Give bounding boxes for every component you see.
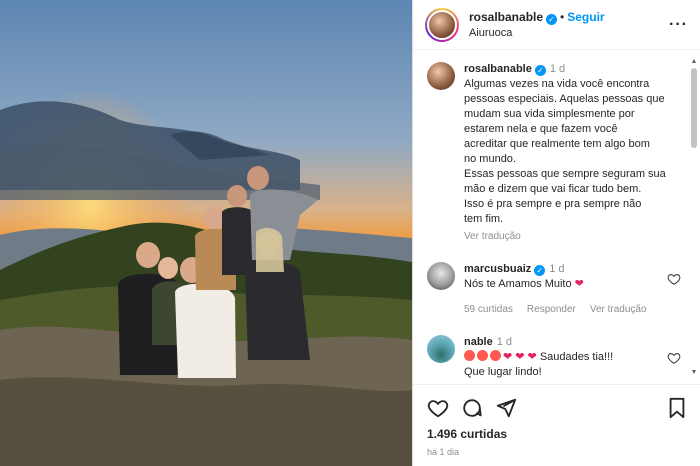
comment-author[interactable]: nable	[464, 336, 493, 348]
comment-body: nable 1 d ❤ ❤ ❤ Saudades tia!!! Que lugar…	[464, 335, 679, 378]
post-side-panel: rosalbanable ✓ • Seguir Aiuruoca ··· rosalb…	[412, 0, 700, 466]
caption-body: rosalbanable ✓ 1 d Algumas vezes na vida v…	[464, 62, 679, 244]
red-heart-emoji-icon: ❤ ❤ ❤	[503, 351, 540, 363]
caption-author[interactable]: rosalbanable	[464, 63, 532, 75]
caption-line: Isso é pra sempre e pra sempre não	[464, 198, 642, 210]
comment-like-heart-icon[interactable]	[667, 351, 681, 365]
red-heart-emoji-icon: ❤	[574, 278, 584, 290]
verified-badge-icon: ✓	[534, 65, 546, 76]
comment-like-heart-icon[interactable]	[667, 272, 681, 286]
caption: rosalbanable ✓ 1 d Algumas vezes na vida v…	[413, 58, 687, 244]
heart-icon[interactable]	[427, 397, 449, 419]
verified-badge-icon: ✓	[546, 13, 558, 25]
comment-translate-link[interactable]: Ver tradução	[590, 302, 647, 317]
scrollbar-thumb[interactable]	[691, 68, 697, 148]
post-photo[interactable]	[0, 0, 412, 466]
caption-author-avatar[interactable]	[427, 62, 455, 90]
caption-line: acreditar que realmente tem algo bom	[464, 138, 650, 150]
comment-item: marcusbuaiz ✓ 1 d Nós te Amamos Muito ❤ 59…	[413, 258, 687, 317]
caption-line: mudam sua vida simplesmente por	[464, 108, 635, 120]
author-avatar[interactable]	[427, 9, 457, 40]
comment-likes-count[interactable]: 59 curtidas	[464, 302, 513, 317]
heart-eyes-emoji-icon	[490, 350, 501, 361]
sunset-group-photo	[0, 0, 412, 466]
post-actions: 1.496 curtidas há 1 dia	[413, 384, 700, 457]
scroll-up-arrow-icon[interactable]: ▲	[690, 58, 698, 65]
comment-author[interactable]: marcusbuaiz	[464, 263, 531, 275]
action-icons-row	[427, 393, 687, 423]
comment-text-content: Nós te Amamos Muito	[464, 278, 572, 290]
share-icon[interactable]	[495, 397, 517, 419]
comment-icon[interactable]	[461, 397, 483, 419]
post-location[interactable]: Aiuruoca	[469, 25, 669, 41]
separator-dot: •	[560, 9, 565, 24]
comment-author-avatar[interactable]	[427, 335, 455, 363]
caption-text: Algumas vezes na vida você encontra pess…	[464, 77, 679, 227]
comment-text-content: Saudades tia!!!	[539, 351, 614, 363]
comment-text: ❤ ❤ ❤ Saudades tia!!!	[464, 350, 679, 365]
comment-author-avatar[interactable]	[427, 262, 455, 290]
comment-body: marcusbuaiz ✓ 1 d Nós te Amamos Muito ❤ 59…	[464, 262, 679, 317]
verified-badge-icon: ✓	[534, 265, 546, 276]
post-time-ago: há 1 dia	[427, 447, 460, 457]
author-avatar-ring[interactable]	[425, 7, 459, 42]
post-header: rosalbanable ✓ • Seguir Aiuruoca ···	[413, 0, 700, 50]
follow-button[interactable]: Seguir	[567, 10, 604, 24]
likes-count[interactable]: 1.496 curtidas	[427, 427, 687, 441]
caption-line: no mundo.	[464, 153, 516, 165]
author-username[interactable]: rosalbanable	[469, 10, 543, 24]
more-options-icon[interactable]: ···	[669, 16, 688, 34]
caption-time: 1 d	[549, 63, 566, 75]
comments-scrollbar[interactable]: ▲ ▼	[690, 58, 698, 376]
comments-list[interactable]: rosalbanable ✓ 1 d Algumas vezes na vida v…	[413, 58, 687, 378]
heart-eyes-emoji-icon	[464, 350, 475, 361]
comment-text: Nós te Amamos Muito ❤	[464, 277, 679, 292]
caption-line: pessoas especiais. Aquelas pessoas que	[464, 93, 665, 105]
caption-line: tem fim.	[464, 213, 504, 225]
caption-line: Algumas vezes na vida você encontra	[464, 78, 650, 90]
post-header-info: rosalbanable ✓ • Seguir Aiuruoca	[469, 9, 669, 41]
caption-translate-link[interactable]: Ver tradução	[464, 229, 679, 244]
comment-time: 1 d	[549, 263, 565, 275]
comment-item: nable 1 d ❤ ❤ ❤ Saudades tia!!! Que lugar…	[413, 331, 687, 378]
reply-button[interactable]: Responder	[527, 302, 576, 317]
caption-line: Essas pessoas que sempre seguram sua	[464, 168, 666, 180]
caption-line: mão e dizem que vai ficar tudo bem.	[464, 183, 642, 195]
caption-line: estarem nela e que fazem você	[464, 123, 618, 135]
heart-eyes-emoji-icon	[477, 350, 488, 361]
comment-meta: 59 curtidas Responder Ver tradução	[464, 302, 679, 317]
instagram-post-view: rosalbanable ✓ • Seguir Aiuruoca ··· rosalb…	[0, 0, 700, 466]
bookmark-icon[interactable]	[667, 397, 687, 419]
comment-time: 1 d	[496, 336, 513, 348]
comment-text-line2: Que lugar lindo!	[464, 366, 542, 378]
scroll-down-arrow-icon[interactable]: ▼	[690, 369, 698, 376]
